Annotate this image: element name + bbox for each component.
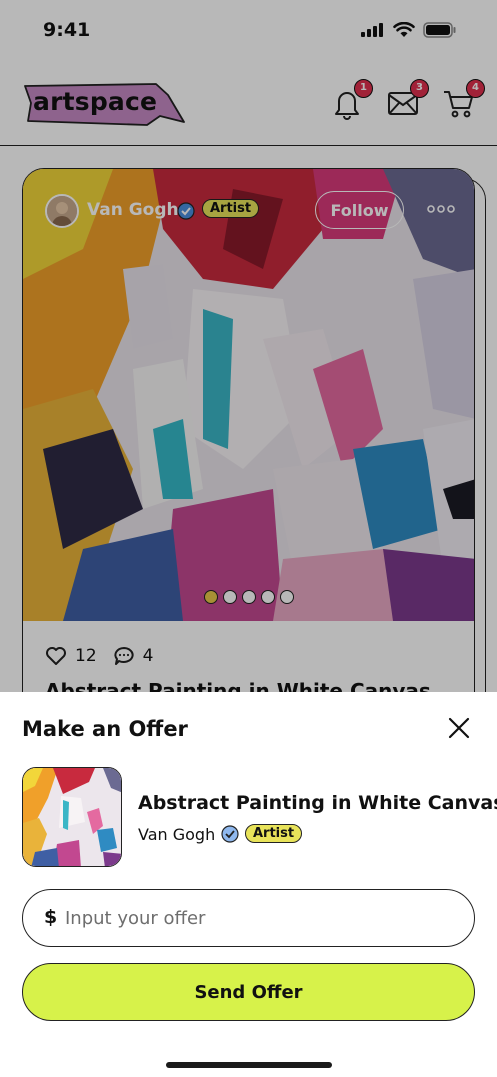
artwork-thumbnail xyxy=(22,767,122,867)
verified-badge-icon xyxy=(221,825,239,843)
modal-backdrop[interactable] xyxy=(0,0,497,692)
artwork-title: Abstract Painting in White Canvas xyxy=(138,792,497,814)
abstract-painting-thumbnail xyxy=(23,768,121,866)
currency-symbol: $ xyxy=(44,906,58,928)
home-indicator xyxy=(166,1062,332,1068)
artist-role-badge: Artist xyxy=(245,824,303,843)
offer-input-field[interactable]: $ xyxy=(22,889,475,947)
artist-name[interactable]: Van Gogh xyxy=(138,825,215,844)
screen: 9:41 artspace 1 3 4 Van Gogh Artist Foll… xyxy=(0,0,497,1077)
offer-amount-input[interactable] xyxy=(65,898,455,938)
send-offer-button[interactable]: Send Offer xyxy=(22,963,475,1021)
sheet-title: Make an Offer xyxy=(22,717,188,741)
make-offer-sheet: Make an Offer Abstract Painting in White… xyxy=(0,692,497,1077)
close-icon[interactable] xyxy=(445,714,473,742)
